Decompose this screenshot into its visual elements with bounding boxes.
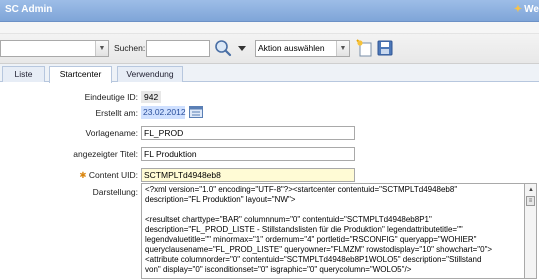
- xml-line: description="FL Produktion" layout="NW">: [145, 195, 296, 204]
- toolbar: ▼ Suchen: Aktion auswählen ▼: [0, 34, 539, 64]
- search-label: Suchen:: [114, 43, 146, 53]
- tab-verwendung[interactable]: Verwendung: [117, 66, 183, 82]
- tab-bar: Liste Startcenter Verwendung: [0, 64, 539, 83]
- xml-line: legendvaluetitle="" minormax="1" ordernu…: [145, 235, 477, 244]
- magnifier-search-icon[interactable]: [214, 39, 232, 57]
- scroll-up-icon[interactable]: ▲: [528, 187, 534, 193]
- action-select[interactable]: Aktion auswählen ▼: [255, 40, 350, 57]
- app-title: SC Admin: [5, 4, 53, 15]
- user-name: We: [524, 4, 539, 15]
- textarea-scrollbar[interactable]: ▲ ≡: [525, 183, 537, 279]
- chevron-down-icon[interactable]: ▼: [336, 41, 349, 56]
- user-menu[interactable]: ✦ We: [514, 4, 539, 15]
- app-titlebar: SC Admin ✦ We: [0, 0, 539, 22]
- sub-header-bar: [0, 22, 539, 34]
- tab-liste[interactable]: Liste: [2, 66, 45, 82]
- scrollbar-thumb[interactable]: ≡: [526, 196, 535, 206]
- created-label: Erstellt am:: [95, 108, 138, 118]
- id-value: 942: [141, 91, 162, 103]
- content-uid-input[interactable]: SCTMPLTd4948eb8: [141, 168, 355, 182]
- action-select-value: Aktion auswählen: [258, 43, 325, 53]
- id-label: Eindeutige ID:: [84, 92, 138, 102]
- xml-line: <attribute columnorder="0" contentuid="S…: [145, 255, 482, 264]
- search-options-dropdown-icon[interactable]: [237, 39, 247, 57]
- display-title-input[interactable]: FL Produktion: [141, 147, 355, 161]
- representation-textarea[interactable]: <?xml version="1.0" encoding="UTF-8"?><s…: [141, 183, 525, 279]
- detail-form: Eindeutige ID: 942 Erstellt am: 23.02.20…: [0, 83, 539, 279]
- save-icon[interactable]: [376, 39, 394, 57]
- xml-line: [145, 205, 521, 215]
- tab-startcenter[interactable]: Startcenter: [49, 66, 112, 83]
- content-uid-label: ✱ Content UID:: [79, 170, 138, 181]
- star-icon: ✦: [513, 4, 523, 15]
- new-record-icon[interactable]: [356, 39, 374, 57]
- content-uid-label-text: Content UID:: [88, 170, 138, 180]
- search-input[interactable]: [146, 40, 210, 57]
- xml-line: <resultset charttype="BAR" columnnum="0"…: [145, 215, 432, 224]
- xml-line: queryclausename="FL_PROD_LISTE" queryown…: [145, 245, 493, 254]
- query-combo[interactable]: ▼: [0, 40, 109, 57]
- template-name-label: Vorlagename:: [85, 128, 138, 138]
- xml-line: <?xml version="1.0" encoding="UTF-8"?><s…: [145, 185, 458, 194]
- representation-label: Darstellung:: [92, 187, 138, 197]
- calendar-icon[interactable]: [189, 106, 203, 118]
- created-date-field[interactable]: 23.02.2012: [141, 106, 186, 119]
- xml-line: description="FL_PROD_LISTE - Stillstands…: [145, 225, 463, 234]
- required-star-icon: ✱: [79, 170, 89, 180]
- template-name-input[interactable]: FL_PROD: [141, 126, 355, 140]
- xml-line: von" display="0" isconditionset="0" isgr…: [145, 265, 412, 274]
- display-title-label: angezeigter Titel:: [73, 149, 138, 159]
- chevron-down-icon[interactable]: ▼: [95, 41, 108, 56]
